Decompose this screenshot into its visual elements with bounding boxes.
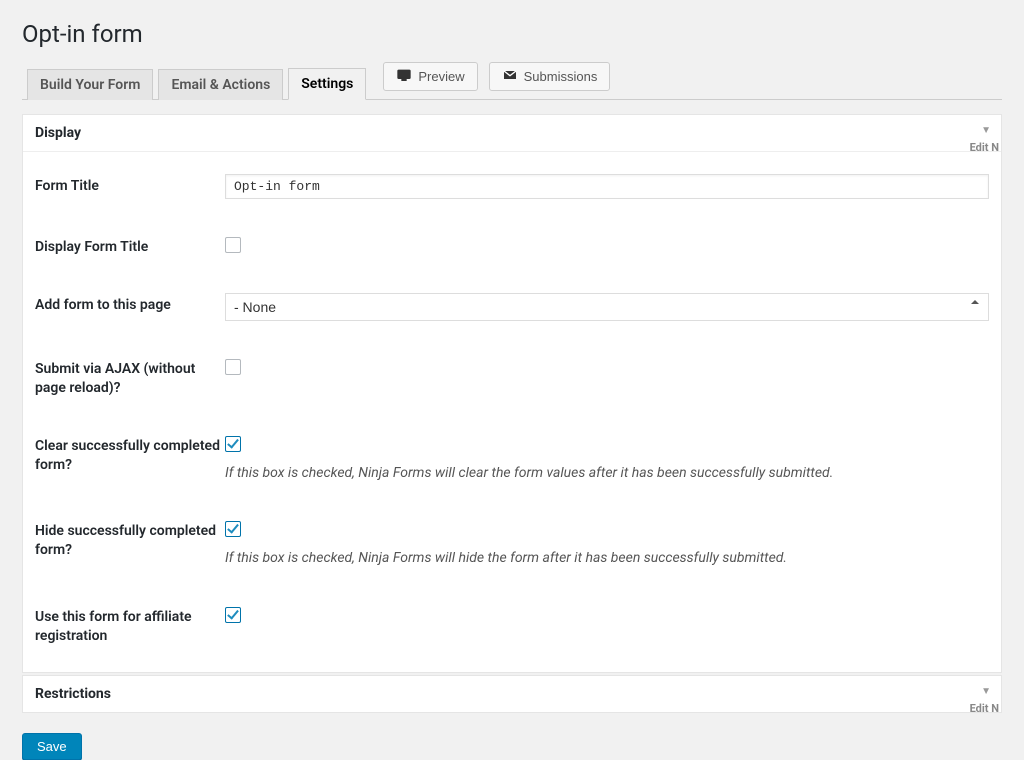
tabs-nav: Build Your Form Email & Actions Settings… bbox=[22, 62, 1002, 100]
submissions-label: Submissions bbox=[524, 69, 598, 84]
clear-desc: If this box is checked, Ninja Forms will… bbox=[225, 464, 989, 484]
display-form-title-checkbox[interactable] bbox=[225, 237, 241, 253]
hide-label: Hide successfully completed form? bbox=[35, 519, 225, 560]
add-to-page-select[interactable]: - None bbox=[225, 293, 989, 321]
preview-label: Preview bbox=[418, 69, 464, 84]
preview-button[interactable]: Preview bbox=[383, 62, 477, 91]
save-button[interactable]: Save bbox=[22, 733, 82, 760]
form-title-input[interactable] bbox=[225, 174, 989, 199]
affiliate-checkbox[interactable] bbox=[225, 607, 241, 623]
hide-checkbox[interactable] bbox=[225, 521, 241, 537]
ajax-checkbox[interactable] bbox=[225, 359, 241, 375]
add-to-page-label: Add form to this page bbox=[35, 293, 225, 315]
hide-desc: If this box is checked, Ninja Forms will… bbox=[225, 549, 989, 569]
tab-settings[interactable]: Settings bbox=[288, 68, 366, 100]
tab-build-your-form[interactable]: Build Your Form bbox=[27, 69, 153, 100]
form-title-label: Form Title bbox=[35, 174, 225, 196]
display-form-title-label: Display Form Title bbox=[35, 235, 225, 257]
page-title: Opt-in form bbox=[22, 20, 1002, 48]
chevron-down-icon[interactable]: ▼ bbox=[981, 125, 991, 136]
clear-checkbox[interactable] bbox=[225, 436, 241, 452]
edit-hint: Edit N bbox=[970, 702, 999, 715]
submissions-button[interactable]: Submissions bbox=[489, 62, 611, 91]
panel-display-title: Display bbox=[35, 125, 81, 141]
edit-hint: Edit N bbox=[970, 141, 999, 154]
tab-email-actions[interactable]: Email & Actions bbox=[158, 69, 283, 100]
panel-display-header[interactable]: Display ▼ Edit N bbox=[23, 115, 1001, 152]
mail-icon bbox=[502, 67, 518, 86]
affiliate-label: Use this form for affiliate registration bbox=[35, 605, 225, 646]
chevron-down-icon[interactable]: ▼ bbox=[981, 686, 991, 697]
ajax-label: Submit via AJAX (without page reload)? bbox=[35, 357, 225, 398]
panel-display: Display ▼ Edit N Form Title Display Form… bbox=[22, 114, 1002, 673]
preview-icon bbox=[396, 67, 412, 86]
clear-label: Clear successfully completed form? bbox=[35, 434, 225, 475]
